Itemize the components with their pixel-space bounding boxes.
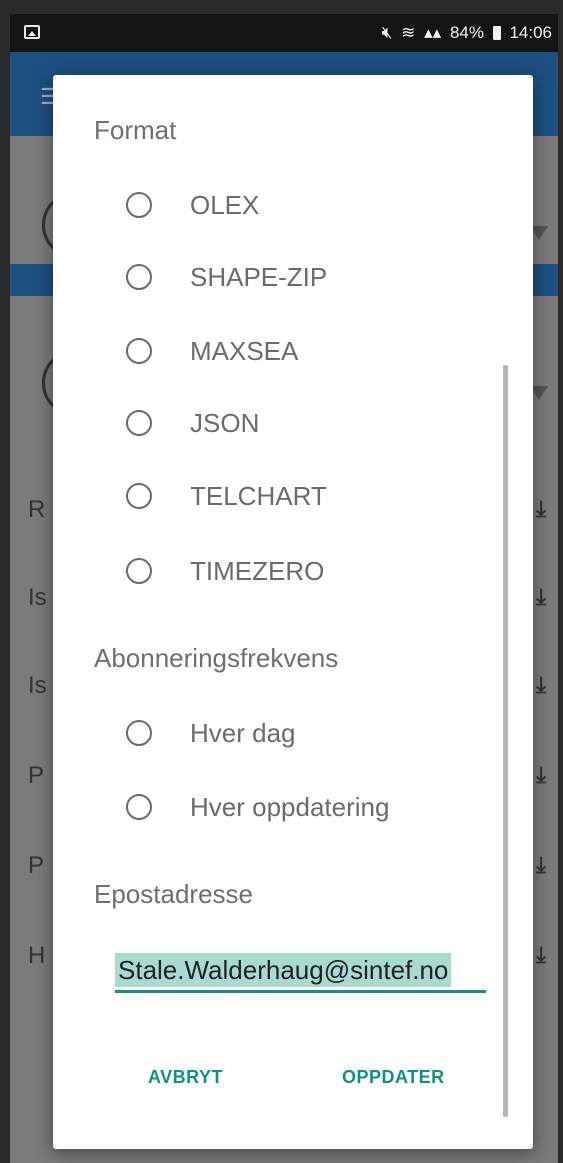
download-icon: ⤓ [536,942,546,967]
radio-icon[interactable] [126,558,152,584]
format-option-label: SHAPE-ZIP [190,261,328,292]
radio-icon[interactable] [126,410,152,436]
download-icon: ⤓ [536,762,546,787]
update-button[interactable]: OPPDATER [342,1067,445,1088]
screen: 🔇︎ ≋ ▴▴ 84% 14:06 ☰ R ⤓ Is ⤓ Is ⤓ P ⤓ P … [10,14,558,1163]
format-option-label: OLEX [190,189,260,220]
format-option-maxsea[interactable]: MAXSEA [126,329,298,373]
status-icons: 🔇︎ ≋ ▴▴ 84% 14:06 [378,22,552,43]
radio-icon[interactable] [126,483,152,509]
status-bar: 🔇︎ ≋ ▴▴ 84% 14:06 [10,14,558,52]
radio-icon[interactable] [126,794,152,820]
cancel-button[interactable]: AVBRYT [148,1067,223,1088]
format-title: Format [94,115,177,145]
radio-icon[interactable] [126,264,152,290]
email-field[interactable]: Stale.Walderhaug@sintef.no [115,943,486,993]
device-frame: 🔇︎ ≋ ▴▴ 84% 14:06 ☰ R ⤓ Is ⤓ Is ⤓ P ⤓ P … [0,0,563,1163]
radio-icon[interactable] [126,338,152,364]
background-row-letter: H [28,942,46,969]
format-option-shape-zip[interactable]: SHAPE-ZIP [126,255,327,299]
format-option-label: TIMEZERO [190,555,325,586]
background-row-letter: Is [28,672,47,699]
background-row-letter: P [28,762,45,789]
mute-icon: 🔇︎ [381,22,393,42]
download-icon: ⤓ [536,852,546,877]
frequency-option-label: Hver dag [190,717,296,748]
format-option-telchart[interactable]: TELCHART [126,474,327,518]
download-icon: ⤓ [536,672,546,697]
download-icon: ⤓ [536,584,546,609]
battery-percent: 84% [449,22,484,42]
format-option-label: JSON [190,407,260,438]
gallery-notification-icon [24,25,40,39]
format-option-olex[interactable]: OLEX [126,183,259,227]
format-option-label: MAXSEA [190,335,299,366]
clock: 14:06 [509,22,552,42]
frequency-title: Abonneringsfrekvens [94,643,339,673]
download-icon: ⤓ [536,496,546,521]
email-title: Epostadresse [94,879,253,909]
format-option-label: TELCHART [190,480,327,511]
radio-icon[interactable] [126,720,152,746]
signal-icon: ▴▴ [424,22,442,42]
wifi-icon: ≋ [401,22,416,42]
background-row-letter: P [28,852,45,879]
battery-icon [492,25,501,40]
background-row-letter: R [28,496,46,523]
subscription-dialog: Format OLEX SHAPE-ZIP MAXSEA JSON TELCHA… [53,75,533,1149]
format-option-json[interactable]: JSON [126,401,259,445]
email-value[interactable]: Stale.Walderhaug@sintef.no [115,953,452,987]
frequency-option-every-update[interactable]: Hver oppdatering [126,785,389,829]
scrollbar[interactable] [503,365,508,1117]
email-field-underline [115,990,486,993]
radio-icon[interactable] [126,192,152,218]
format-option-timezero[interactable]: TIMEZERO [126,549,324,593]
frequency-option-daily[interactable]: Hver dag [126,711,296,755]
background-row-letter: Is [28,584,47,611]
frequency-option-label: Hver oppdatering [190,791,390,822]
